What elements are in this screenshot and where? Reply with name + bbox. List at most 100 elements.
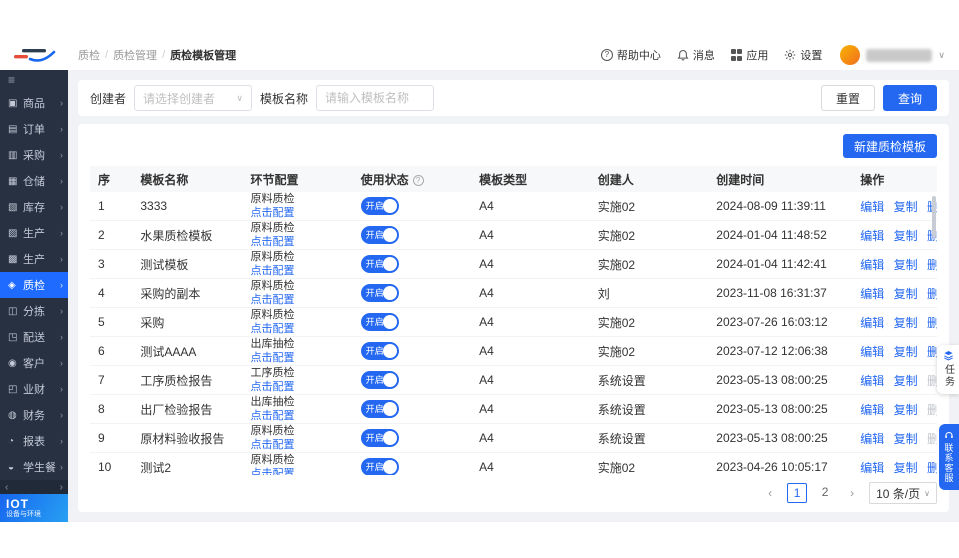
created-time-cell: 2024-01-04 11:48:52 [708, 220, 853, 250]
config-link[interactable]: 点击配置 [250, 410, 294, 422]
breadcrumb-quality[interactable]: 质检 [78, 47, 100, 63]
delete-link[interactable]: 删除 [927, 461, 937, 475]
status-toggle[interactable]: 开启 [360, 429, 399, 447]
copy-link[interactable]: 复制 [894, 258, 918, 272]
copy-link[interactable]: 复制 [894, 432, 918, 446]
status-toggle[interactable]: 开启 [360, 342, 399, 360]
breadcrumb-quality-management[interactable]: 质检管理 [113, 47, 157, 63]
edit-link[interactable]: 编辑 [860, 461, 884, 475]
row-index: 7 [90, 365, 133, 395]
config-link[interactable]: 点击配置 [250, 265, 294, 277]
messages-button[interactable]: 消息 [677, 47, 715, 63]
edit-link[interactable]: 编辑 [860, 258, 884, 272]
reset-button[interactable]: 重置 [820, 85, 875, 111]
config-link[interactable]: 点击配置 [250, 294, 294, 306]
next-page-icon[interactable]: › [843, 483, 861, 503]
sidebar-item-warehouse[interactable]: ▦ 仓储 › [0, 168, 68, 194]
table-card: 新建质检模板 序 模板名称 环节配置 使用状态 ? 模板类型 创建人 创建时间 … [78, 124, 949, 512]
sidebar-item-production[interactable]: ▨ 生产 › [0, 220, 68, 246]
new-template-button[interactable]: 新建质检模板 [842, 134, 937, 158]
copy-link[interactable]: 复制 [894, 403, 918, 417]
status-toggle[interactable]: 开启 [360, 371, 399, 389]
avatar[interactable] [840, 45, 861, 65]
pagination: ‹ 1 2 › 10 条/页 ∨ [90, 482, 937, 504]
delete-link[interactable]: 删除 [927, 345, 937, 359]
copy-link[interactable]: 复制 [894, 229, 918, 243]
status-toggle[interactable]: 开启 [360, 313, 399, 331]
creator-cell: 实施02 [589, 220, 709, 250]
config-link[interactable]: 点击配置 [250, 468, 294, 475]
table-scrollbar-thumb[interactable] [932, 196, 936, 238]
template-name-input[interactable] [316, 85, 435, 111]
sidebar-item-sorting[interactable]: ◫ 分拣 › [0, 298, 68, 324]
stage-config-cell: 原料质检 点击配置 [242, 278, 353, 308]
edit-link[interactable]: 编辑 [860, 287, 884, 301]
status-toggle[interactable]: 开启 [360, 255, 399, 273]
creator-cell: 系统设置 [589, 365, 709, 395]
edit-link[interactable]: 编辑 [860, 345, 884, 359]
info-icon[interactable]: ? [412, 174, 424, 186]
sidebar-item-quality[interactable]: ◈ 质检 › [0, 272, 68, 298]
edit-link[interactable]: 编辑 [860, 403, 884, 417]
config-link[interactable]: 点击配置 [250, 236, 294, 248]
sidebar-item-delivery[interactable]: ◳ 配送 › [0, 324, 68, 350]
copy-link[interactable]: 复制 [894, 200, 918, 214]
help-center-button[interactable]: ? 帮助中心 [600, 47, 661, 63]
search-button[interactable]: 查询 [882, 85, 937, 111]
status-toggle[interactable]: 开启 [360, 197, 399, 215]
creator-select[interactable]: 请选择创建者 ∨ [134, 85, 253, 111]
config-link[interactable]: 点击配置 [250, 352, 294, 364]
edit-link[interactable]: 编辑 [860, 229, 884, 243]
sidebar-item-student-meals[interactable]: ◒ 学生餐 › [0, 454, 68, 480]
edit-link[interactable]: 编辑 [860, 200, 884, 214]
scroll-right-icon[interactable]: › [60, 482, 63, 493]
sidebar-collapse-button[interactable]: ≡ [0, 70, 68, 90]
sidebar-item-reports[interactable]: ◔ 报表 › [0, 428, 68, 454]
delete-link[interactable]: 删除 [927, 374, 937, 388]
config-link[interactable]: 点击配置 [250, 207, 294, 219]
sidebar-item-inventory[interactable]: ▧ 库存 › [0, 194, 68, 220]
chevron-down-icon[interactable]: ∨ [938, 50, 945, 61]
customer-service-float-button[interactable]: 联系客服 [939, 424, 959, 490]
sidebar-item-finance[interactable]: ◍ 财务 › [0, 402, 68, 428]
task-float-button[interactable]: 任务 [937, 345, 959, 394]
status-toggle[interactable]: 开启 [360, 458, 399, 475]
toggle-knob [382, 257, 397, 271]
delete-link[interactable]: 删除 [927, 316, 937, 330]
copy-link[interactable]: 复制 [894, 461, 918, 475]
delete-link[interactable]: 删除 [927, 432, 937, 446]
copy-link[interactable]: 复制 [894, 345, 918, 359]
edit-link[interactable]: 编辑 [860, 316, 884, 330]
edit-link[interactable]: 编辑 [860, 374, 884, 388]
status-toggle[interactable]: 开启 [360, 400, 399, 418]
template-name-cell: 采购 [132, 307, 243, 337]
delete-link[interactable]: 删除 [927, 287, 937, 301]
copy-link[interactable]: 复制 [894, 374, 918, 388]
status-toggle[interactable]: 开启 [360, 284, 399, 302]
prev-page-icon[interactable]: ‹ [761, 483, 779, 503]
creator-cell: 实施02 [589, 452, 709, 475]
sidebar-item-customers[interactable]: ◉ 客户 › [0, 350, 68, 376]
scroll-left-icon[interactable]: ‹ [5, 482, 8, 493]
edit-link[interactable]: 编辑 [860, 432, 884, 446]
sidebar-item-purchase[interactable]: ▥ 采购 › [0, 142, 68, 168]
status-toggle-label: 开启 [365, 201, 384, 211]
config-link[interactable]: 点击配置 [250, 323, 294, 335]
page-size-select[interactable]: 10 条/页 ∨ [869, 482, 937, 504]
config-link[interactable]: 点击配置 [250, 439, 294, 451]
sidebar-item-orders[interactable]: ▤ 订单 › [0, 116, 68, 142]
row-index: 9 [90, 423, 133, 453]
page-2-button[interactable]: 2 [815, 483, 835, 503]
sidebar-item-goods[interactable]: ▣ 商品 › [0, 90, 68, 116]
page-1-button[interactable]: 1 [787, 483, 808, 503]
delete-link[interactable]: 删除 [927, 403, 937, 417]
delete-link[interactable]: 删除 [927, 258, 937, 272]
config-link[interactable]: 点击配置 [250, 381, 294, 393]
status-toggle[interactable]: 开启 [360, 226, 399, 244]
apps-button[interactable]: 应用 [730, 47, 768, 63]
sidebar-item-biz-finance[interactable]: ◰ 业财 › [0, 376, 68, 402]
sidebar-item-production-2[interactable]: ▩ 生产 › [0, 246, 68, 272]
copy-link[interactable]: 复制 [894, 316, 918, 330]
copy-link[interactable]: 复制 [894, 287, 918, 301]
settings-button[interactable]: 设置 [784, 47, 822, 63]
